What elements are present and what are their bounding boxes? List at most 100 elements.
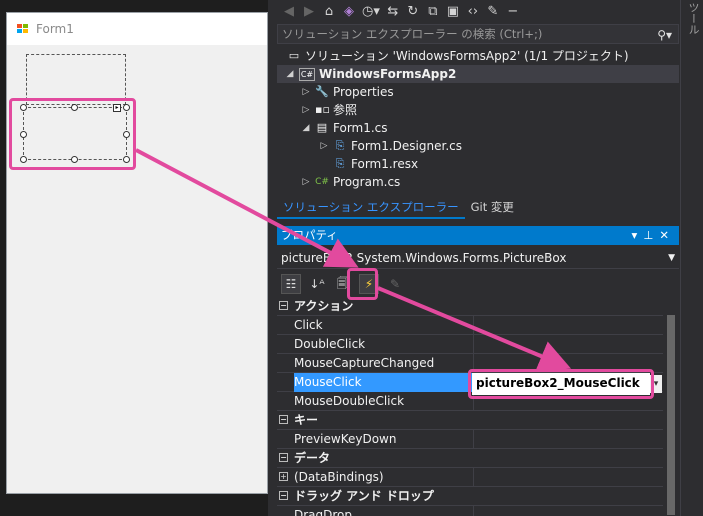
toolbox-tab-label[interactable]: ツール [685, 2, 701, 35]
event-name: MouseCaptureChanged [294, 356, 435, 370]
collapsed-arrow-icon[interactable]: ▷ [301, 101, 311, 119]
collapse-icon[interactable]: − [279, 453, 288, 462]
object-selector[interactable]: pictureBox2 System.Windows.Forms.Picture… [277, 247, 679, 269]
alphabetical-icon[interactable]: ↓ᴬ [307, 274, 327, 294]
search-placeholder: ソリューション エクスプローラー の検索 (Ctrl+;) [282, 27, 543, 41]
form-title: Form1 [36, 22, 74, 36]
tree-item-references[interactable]: ▷ ▪▫ 参照 [301, 101, 357, 119]
property-pages-icon[interactable]: ✎ [385, 274, 405, 294]
category-label: キー [294, 413, 319, 427]
tree-item-program[interactable]: ▷ C# Program.cs [301, 173, 401, 191]
tree-item-label: ソリューション 'WindowsFormsApp2' (1/1 プロジェクト) [305, 49, 629, 63]
form-icon [17, 23, 30, 35]
event-name: (DataBindings) [294, 470, 384, 484]
code-icon[interactable]: ‹› [466, 4, 480, 19]
event-name: Click [294, 318, 323, 332]
dropdown-icon[interactable]: ▾ [632, 228, 644, 242]
category-label: ドラッグ アンド ドロップ [294, 489, 434, 503]
event-value[interactable] [473, 335, 663, 354]
event-row-click[interactable]: Click [277, 316, 663, 335]
form-file-icon: ▤ [316, 121, 328, 134]
category-drag-drop[interactable]: − ドラッグ アンド ドロップ [277, 487, 663, 506]
event-row-doubleclick[interactable]: DoubleClick [277, 335, 663, 354]
screen: Form1 ▸ ◀ ▶ ⌂ ◈ ◷▾ ⇆ ↻ ⧉ ▣ ‹› ✎ − ツール ソリ… [0, 0, 703, 516]
tree-item-label: Form1.Designer.cs [351, 139, 462, 153]
resx-icon: ⎘ [335, 157, 345, 170]
expanded-arrow-icon[interactable]: ◢ [301, 119, 311, 137]
event-row-previewkeydown[interactable]: PreviewKeyDown [277, 430, 663, 449]
categorized-icon[interactable]: ☷ [281, 274, 301, 294]
collapsed-arrow-icon[interactable]: ▷ [301, 173, 311, 191]
category-action[interactable]: − アクション [277, 297, 663, 316]
category-key[interactable]: − キー [277, 411, 663, 430]
form-title-bar: Form1 [7, 13, 267, 45]
category-data[interactable]: − データ [277, 449, 663, 468]
event-name: PreviewKeyDown [294, 432, 397, 446]
object-selector-value: pictureBox2 System.Windows.Forms.Picture… [281, 251, 567, 265]
category-label: データ [294, 451, 331, 465]
cs-file-icon: ⎘ [335, 139, 345, 152]
wrench-icon[interactable]: ✎ [486, 4, 500, 19]
history-icon[interactable]: ◷▾ [362, 4, 380, 19]
tree-item-form1[interactable]: ◢ ▤ Form1.cs [301, 119, 388, 137]
tree-item-properties[interactable]: ▷ 🔧 Properties [301, 83, 394, 101]
collapsed-arrow-icon[interactable]: ▷ [319, 137, 329, 155]
event-name: DragDrop [294, 508, 353, 516]
event-name: MouseDoubleClick [294, 394, 405, 408]
event-value[interactable] [473, 316, 663, 335]
event-row-dragdrop[interactable]: DragDrop [277, 506, 663, 516]
collapse-icon[interactable]: − [279, 491, 288, 500]
pin-icon[interactable]: ⊥ [643, 228, 659, 242]
tree-item-label: Program.cs [333, 175, 401, 189]
collapse-icon[interactable]: ▣ [446, 4, 460, 19]
minus-icon[interactable]: − [506, 4, 520, 19]
event-name: MouseClick [294, 373, 474, 392]
tree-item-form1-designer[interactable]: ▷ ⎘ Form1.Designer.cs [319, 137, 462, 155]
tab-git-changes[interactable]: Git 変更 [465, 197, 520, 219]
event-row-databindings[interactable]: + (DataBindings) [277, 468, 663, 487]
event-value[interactable] [473, 468, 663, 487]
event-value[interactable] [473, 430, 663, 449]
collapsed-arrow-icon[interactable]: ▷ [301, 83, 311, 101]
solution-search-input[interactable]: ソリューション エクスプローラー の検索 (Ctrl+;) ⚲▾ [277, 24, 679, 44]
properties-scrollbar[interactable] [663, 297, 679, 516]
vs-icon[interactable]: ◈ [342, 4, 356, 19]
form-window[interactable]: Form1 ▸ [6, 12, 268, 494]
tab-solution-explorer[interactable]: ソリューション エクスプローラー [277, 197, 465, 219]
solution-explorer-toolbar: ◀ ▶ ⌂ ◈ ◷▾ ⇆ ↻ ⧉ ▣ ‹› ✎ − [276, 0, 680, 22]
form-designer: Form1 ▸ [0, 0, 268, 516]
tree-item-project[interactable]: ◢ C# WindowsFormsApp2 [277, 65, 679, 83]
search-icon[interactable]: ⚲▾ [657, 26, 672, 44]
chevron-down-icon[interactable]: ▼ [668, 247, 675, 269]
back-icon[interactable]: ◀ [282, 4, 296, 19]
forward-icon[interactable]: ▶ [302, 4, 316, 19]
highlight-handler-input [468, 369, 654, 399]
highlight-picturebox [9, 98, 136, 170]
event-value[interactable] [473, 506, 663, 516]
sync-icon[interactable]: ⇆ [386, 4, 400, 19]
solution-icon: ▭ [288, 49, 300, 62]
tool-window-tabs: ソリューション エクスプローラー Git 変更 [277, 197, 679, 219]
copy-icon[interactable]: ⧉ [426, 4, 440, 19]
expand-icon[interactable]: + [279, 472, 288, 481]
window-controls: ▾⊥✕ [632, 226, 675, 245]
right-dock-tab[interactable]: ツール [680, 0, 703, 516]
designer-footer [0, 494, 268, 516]
properties-grid: − アクション Click DoubleClick MouseCaptureCha… [277, 297, 663, 516]
properties-toolbar: ☷ ↓ᴬ 🗐 ⚡ ✎ [277, 271, 679, 297]
collapse-icon[interactable]: − [279, 415, 288, 424]
references-icon: ▪▫ [315, 103, 330, 116]
refresh-icon[interactable]: ↻ [406, 4, 420, 19]
tree-item-label: Form1.cs [333, 121, 388, 135]
csharp-project-icon: C# [299, 67, 315, 81]
tree-item-label: 参照 [333, 103, 358, 117]
tree-item-solution[interactable]: ▭ ソリューション 'WindowsFormsApp2' (1/1 プロジェクト… [287, 47, 629, 65]
properties-title: プロパティ [281, 228, 338, 242]
expanded-arrow-icon[interactable]: ◢ [285, 65, 295, 83]
event-name: DoubleClick [294, 337, 366, 351]
scrollbar-thumb[interactable] [667, 315, 675, 515]
home-icon[interactable]: ⌂ [322, 4, 336, 19]
tree-item-form1-resx[interactable]: ⎘ Form1.resx [333, 155, 419, 173]
collapse-icon[interactable]: − [279, 301, 288, 310]
close-icon[interactable]: ✕ [659, 228, 675, 242]
